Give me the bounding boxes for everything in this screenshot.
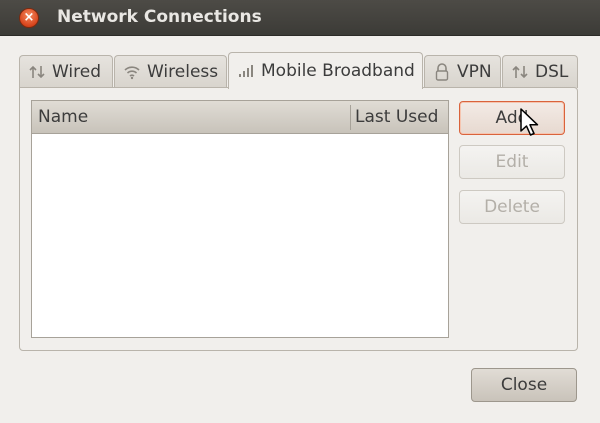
tab-vpn[interactable]: VPN <box>424 55 501 88</box>
column-divider <box>350 105 351 130</box>
column-header-last-used[interactable]: Last Used <box>355 101 438 134</box>
close-button[interactable]: Close <box>471 368 577 402</box>
tab-dsl-label: DSL <box>535 62 569 82</box>
window-title: Network Connections <box>57 7 262 27</box>
column-header-name[interactable]: Name <box>38 101 88 134</box>
tab-wireless-label: Wireless <box>147 62 219 82</box>
close-icon: × <box>23 10 35 25</box>
lock-icon <box>433 63 451 81</box>
title-bar: × Network Connections <box>0 0 600 36</box>
wireless-icon <box>123 63 141 81</box>
tab-wired[interactable]: Wired <box>19 55 113 88</box>
window-close-button[interactable]: × <box>19 8 39 28</box>
dsl-icon <box>511 63 529 81</box>
list-header: Name Last Used <box>32 101 448 134</box>
delete-button[interactable]: Delete <box>459 190 565 224</box>
wired-icon <box>28 63 46 81</box>
tab-dsl[interactable]: DSL <box>502 55 578 88</box>
connections-list[interactable]: Name Last Used <box>31 100 449 338</box>
tab-vpn-label: VPN <box>457 62 492 82</box>
mobile-broadband-icon <box>237 62 255 80</box>
tab-wired-label: Wired <box>52 62 102 82</box>
edit-button[interactable]: Edit <box>459 145 565 179</box>
tab-mobile-broadband[interactable]: Mobile Broadband <box>228 52 423 89</box>
tab-wireless[interactable]: Wireless <box>114 55 227 88</box>
mouse-cursor-icon <box>520 108 539 136</box>
tab-mobile-broadband-label: Mobile Broadband <box>261 61 415 81</box>
add-button[interactable]: Add <box>459 101 565 135</box>
